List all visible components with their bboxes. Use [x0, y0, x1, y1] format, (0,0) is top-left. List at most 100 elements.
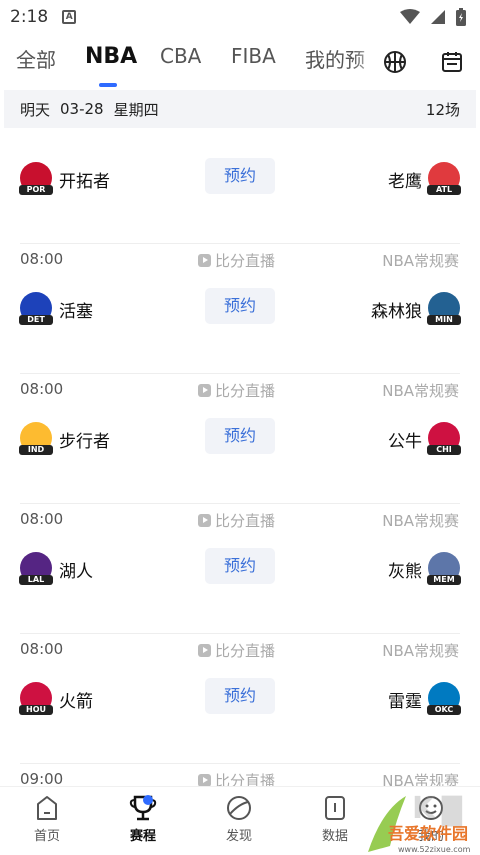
signal-icon	[431, 10, 445, 24]
nav-data[interactable]: 数据	[305, 793, 365, 844]
game-card: 08:00 比分直播 NBA常规赛 IND 步行者 预约 公牛 CHI	[0, 374, 480, 504]
league-label: NBA常规赛	[382, 382, 459, 400]
team-logo-min: MIN	[427, 292, 461, 325]
home-team-name: 步行者	[59, 432, 110, 452]
watermark-url: www.52zixue.com	[398, 845, 471, 854]
team-logo-det: DET	[19, 292, 53, 325]
book-button[interactable]: 预约	[205, 158, 275, 194]
tab-indicator	[99, 83, 117, 87]
status-right	[400, 8, 466, 26]
tab-cba[interactable]: CBA	[160, 44, 201, 68]
game-row: HOU 火箭 预约 雷霆 OKC	[0, 678, 480, 718]
watermark-text: 吾爱软件园	[388, 824, 468, 843]
wifi-icon	[400, 9, 420, 24]
home-team-name: 湖人	[59, 562, 93, 582]
team-logo-chi: CHI	[427, 422, 461, 455]
play-icon	[198, 514, 211, 527]
play-icon	[198, 644, 211, 657]
nav-data-label: 数据	[321, 829, 348, 844]
battery-icon	[456, 8, 466, 26]
home-team-name: 火箭	[59, 692, 93, 712]
nav-discover-label: 发现	[225, 829, 252, 844]
nav-home[interactable]: 首页	[17, 793, 77, 844]
away-team-name: 雷霆	[388, 692, 422, 712]
calendar-icon[interactable]	[440, 50, 464, 74]
game-card: 08:00 比分直播 NBA常规赛 LAL 湖人 预约 灰熊 MEM	[0, 504, 480, 634]
tab-all[interactable]: 全部	[16, 44, 56, 73]
game-meta: 08:00 比分直播 NBA常规赛	[0, 374, 480, 404]
game-card: POR 开拓者 预约 老鹰 ATL	[0, 128, 480, 244]
book-button[interactable]: 预约	[205, 678, 275, 714]
game-time: 08:00	[20, 510, 64, 528]
team-logo-atl: ATL	[427, 162, 461, 195]
team-logo-ind: IND	[19, 422, 53, 455]
away-team-name: 灰熊	[388, 562, 422, 582]
status-bar: 2:18 A	[0, 0, 480, 34]
away-team-name: 公牛	[388, 432, 422, 452]
date-day: 明天	[20, 100, 51, 119]
home-team-name: 活塞	[59, 302, 93, 322]
game-list[interactable]: POR 开拓者 预约 老鹰 ATL 08:00 比分直播 NBA常规赛 DET …	[0, 128, 480, 786]
book-button[interactable]: 预约	[205, 418, 275, 454]
team-logo-mem: MEM	[427, 552, 461, 585]
team-logo-por: POR	[19, 162, 53, 195]
live-score-link[interactable]: 比分直播	[198, 770, 275, 786]
live-score-link[interactable]: 比分直播	[198, 510, 275, 531]
play-icon	[198, 774, 211, 786]
svg-text:█: █	[441, 795, 463, 827]
game-meta: 08:00 比分直播 NBA常规赛	[0, 634, 480, 664]
tab-nba[interactable]: NBA	[85, 44, 137, 69]
game-count: 12场	[425, 100, 460, 119]
game-time: 08:00	[20, 250, 64, 268]
data-icon	[325, 796, 345, 820]
team-logo-hou: HOU	[19, 682, 53, 715]
league-label: NBA常规赛	[382, 772, 459, 786]
book-button[interactable]: 预约	[205, 288, 275, 324]
basketball-icon[interactable]	[383, 50, 407, 74]
game-row: LAL 湖人 预约 灰熊 MEM	[0, 548, 480, 588]
league-tabs: 全部 NBA CBA FIBA 我的预	[0, 34, 480, 90]
game-meta: 09:00 比分直播 NBA常规赛	[0, 764, 480, 786]
date-value: 03-28	[60, 100, 104, 118]
notification-a-icon: A	[62, 10, 77, 24]
watermark: K █ 吾爱软件园 www.52zixue.com	[362, 790, 480, 855]
game-card: 08:00 比分直播 NBA常规赛 HOU 火箭 预约 雷霆 OKC	[0, 634, 480, 764]
game-row: IND 步行者 预约 公牛 CHI	[0, 418, 480, 458]
league-label: NBA常规赛	[382, 512, 459, 530]
game-card: 08:00 比分直播 NBA常规赛 DET 活塞 预约 森林狼 MIN	[0, 244, 480, 374]
trophy-icon	[129, 795, 157, 821]
away-team-name: 森林狼	[371, 302, 422, 322]
book-button[interactable]: 预约	[205, 548, 275, 584]
game-row: DET 活塞 预约 森林狼 MIN	[0, 288, 480, 328]
svg-text:K: K	[412, 791, 437, 826]
header-actions	[366, 34, 480, 90]
live-score-link[interactable]: 比分直播	[198, 640, 275, 661]
play-icon	[198, 254, 211, 267]
game-time: 09:00	[20, 770, 64, 786]
tab-fiba[interactable]: FIBA	[231, 44, 276, 68]
team-logo-okc: OKC	[427, 682, 461, 715]
date-header: 明天 03-28 星期四 12场	[4, 90, 476, 128]
home-icon	[37, 796, 57, 820]
game-time: 08:00	[20, 380, 64, 398]
discover-icon	[227, 796, 251, 820]
away-team-name: 老鹰	[388, 172, 422, 192]
game-meta: 08:00 比分直播 NBA常规赛	[0, 504, 480, 534]
nav-schedule[interactable]: 赛程	[113, 793, 173, 844]
date-weekday: 星期四	[113, 100, 159, 119]
league-label: NBA常规赛	[382, 252, 459, 270]
team-logo-lal: LAL	[19, 552, 53, 585]
game-row: POR 开拓者 预约 老鹰 ATL	[0, 158, 480, 198]
nav-schedule-label: 赛程	[129, 829, 156, 844]
live-score-link[interactable]: 比分直播	[198, 250, 275, 271]
live-score-link[interactable]: 比分直播	[198, 380, 275, 401]
game-time: 08:00	[20, 640, 64, 658]
nav-discover[interactable]: 发现	[209, 793, 269, 844]
status-time: 2:18	[10, 7, 49, 27]
nav-home-label: 首页	[33, 829, 60, 844]
league-label: NBA常规赛	[382, 642, 459, 660]
home-team-name: 开拓者	[59, 172, 110, 192]
game-meta: 08:00 比分直播 NBA常规赛	[0, 244, 480, 274]
play-icon	[198, 384, 211, 397]
game-card: 09:00 比分直播 NBA常规赛	[0, 764, 480, 786]
